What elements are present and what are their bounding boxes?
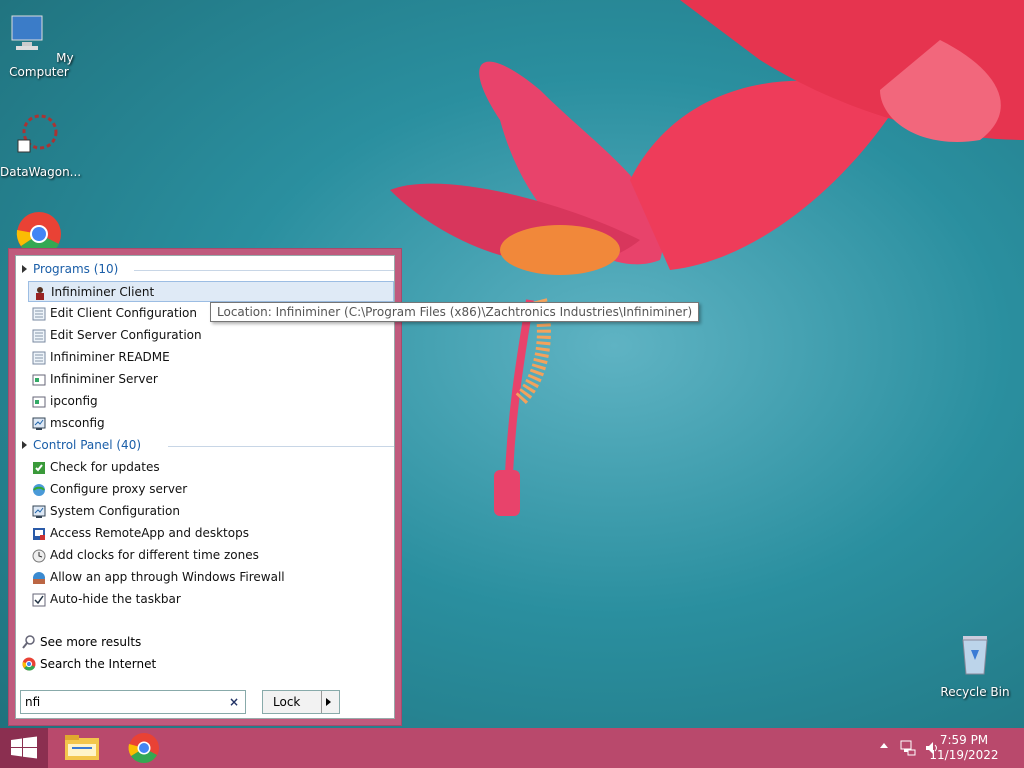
divider xyxy=(168,446,394,447)
clock-date: 11/19/2022 xyxy=(929,748,999,762)
search-internet-label: Search the Internet xyxy=(40,657,157,671)
see-more-label: See more results xyxy=(40,635,142,649)
taskbar: 7:59 PM 11/19/2022 xyxy=(0,728,1024,768)
control-panel-item[interactable]: Allow an app through Windows Firewall xyxy=(28,567,394,588)
item-label: msconfig xyxy=(50,416,105,430)
text-file-icon xyxy=(32,307,46,321)
program-item[interactable]: Edit Server Configuration xyxy=(28,325,394,346)
group-label: Programs (10) xyxy=(33,262,119,276)
item-label: Infiniminer Server xyxy=(50,372,158,386)
search-input[interactable]: nfi × xyxy=(20,690,246,714)
lock-label: Lock xyxy=(273,695,301,709)
datawagon-icon xyxy=(17,114,58,153)
system-config-icon xyxy=(32,505,46,518)
program-item[interactable]: Infiniminer Client xyxy=(28,281,394,302)
internet-options-icon xyxy=(33,484,45,496)
program-item[interactable]: Infiniminer README xyxy=(28,347,394,368)
divider xyxy=(321,691,322,713)
group-control-panel[interactable]: Control Panel (40) xyxy=(22,438,394,454)
windows-update-icon xyxy=(33,462,45,474)
start-button[interactable] xyxy=(0,728,48,768)
clear-search-icon[interactable]: × xyxy=(229,691,239,713)
program-item[interactable]: ipconfig xyxy=(28,391,394,412)
group-programs[interactable]: Programs (10) xyxy=(22,262,394,278)
item-label: ipconfig xyxy=(50,394,98,408)
program-item[interactable]: Infiniminer Server xyxy=(28,369,394,390)
item-label: System Configuration xyxy=(50,504,180,518)
show-hidden-icons-icon[interactable] xyxy=(880,743,888,748)
desktop-icon-datawagon[interactable]: DataWagon... xyxy=(0,110,81,179)
app-window-icon xyxy=(32,374,46,386)
chrome-icon xyxy=(22,657,36,671)
control-panel-item[interactable]: Configure proxy server xyxy=(28,479,394,500)
expand-arrow-icon xyxy=(22,265,27,273)
network-icon[interactable] xyxy=(900,740,916,756)
my-computer-icon xyxy=(11,15,43,50)
desktop-icon-label: DataWagon... xyxy=(0,165,82,179)
text-file-icon xyxy=(32,351,46,365)
control-panel-item[interactable]: Access RemoteApp and desktops xyxy=(28,523,394,544)
lock-button[interactable]: Lock xyxy=(262,690,340,714)
start-menu-results: Programs (10) Infiniminer Client Edit Cl… xyxy=(15,255,395,719)
item-label: Access RemoteApp and desktops xyxy=(50,526,249,540)
item-label: Auto-hide the taskbar xyxy=(50,592,181,606)
control-panel-item[interactable]: Auto-hide the taskbar xyxy=(28,589,394,610)
power-options-arrow-icon[interactable] xyxy=(326,698,331,706)
item-label: Infiniminer README xyxy=(50,350,170,364)
item-label: Infiniminer Client xyxy=(51,285,155,299)
expand-arrow-icon xyxy=(22,441,27,449)
desktop-icon-my-computer[interactable]: My Computer xyxy=(1,10,77,79)
item-label: Allow an app through Windows Firewall xyxy=(50,570,285,584)
location-tooltip: Location: Infiniminer (C:\Program Files … xyxy=(210,302,700,322)
app-window-icon xyxy=(32,396,46,408)
control-panel-item[interactable]: Check for updates xyxy=(28,457,394,478)
control-panel-item[interactable]: System Configuration xyxy=(28,501,394,522)
item-label: Check for updates xyxy=(50,460,160,474)
remoteapp-icon xyxy=(33,528,45,540)
item-label: Edit Client Configuration xyxy=(50,306,197,320)
clock-icon xyxy=(32,549,46,563)
windows-logo-icon xyxy=(11,736,37,759)
text-file-icon xyxy=(32,329,46,343)
recycle-bin-icon xyxy=(962,636,988,675)
chrome-icon[interactable] xyxy=(124,732,164,764)
control-panel-item[interactable]: Add clocks for different time zones xyxy=(28,545,394,566)
item-label: Edit Server Configuration xyxy=(50,328,202,342)
search-icon xyxy=(22,635,35,649)
divider xyxy=(134,270,394,271)
search-value: nfi xyxy=(25,695,41,709)
desktop-icon-label: Recycle Bin xyxy=(940,685,1010,699)
system-tray: 7:59 PM 11/19/2022 xyxy=(864,728,1024,768)
firewall-icon xyxy=(33,572,45,584)
group-label: Control Panel (40) xyxy=(33,438,142,452)
item-label: Add clocks for different time zones xyxy=(50,548,259,562)
clock[interactable]: 7:59 PM 11/19/2022 xyxy=(924,733,1004,763)
item-label: Configure proxy server xyxy=(50,482,188,496)
see-more-results-link[interactable]: See more results xyxy=(18,632,141,652)
clock-time: 7:59 PM xyxy=(939,733,989,747)
file-explorer-icon[interactable] xyxy=(62,732,102,764)
search-internet-link[interactable]: Search the Internet xyxy=(18,654,156,674)
wallpaper-flower xyxy=(390,0,1024,516)
desktop-icon-recycle-bin[interactable]: Recycle Bin xyxy=(937,630,1013,699)
system-config-icon xyxy=(32,417,46,430)
infiniminer-icon xyxy=(36,287,44,300)
program-item[interactable]: msconfig xyxy=(28,413,394,434)
taskbar-settings-icon xyxy=(32,593,46,607)
